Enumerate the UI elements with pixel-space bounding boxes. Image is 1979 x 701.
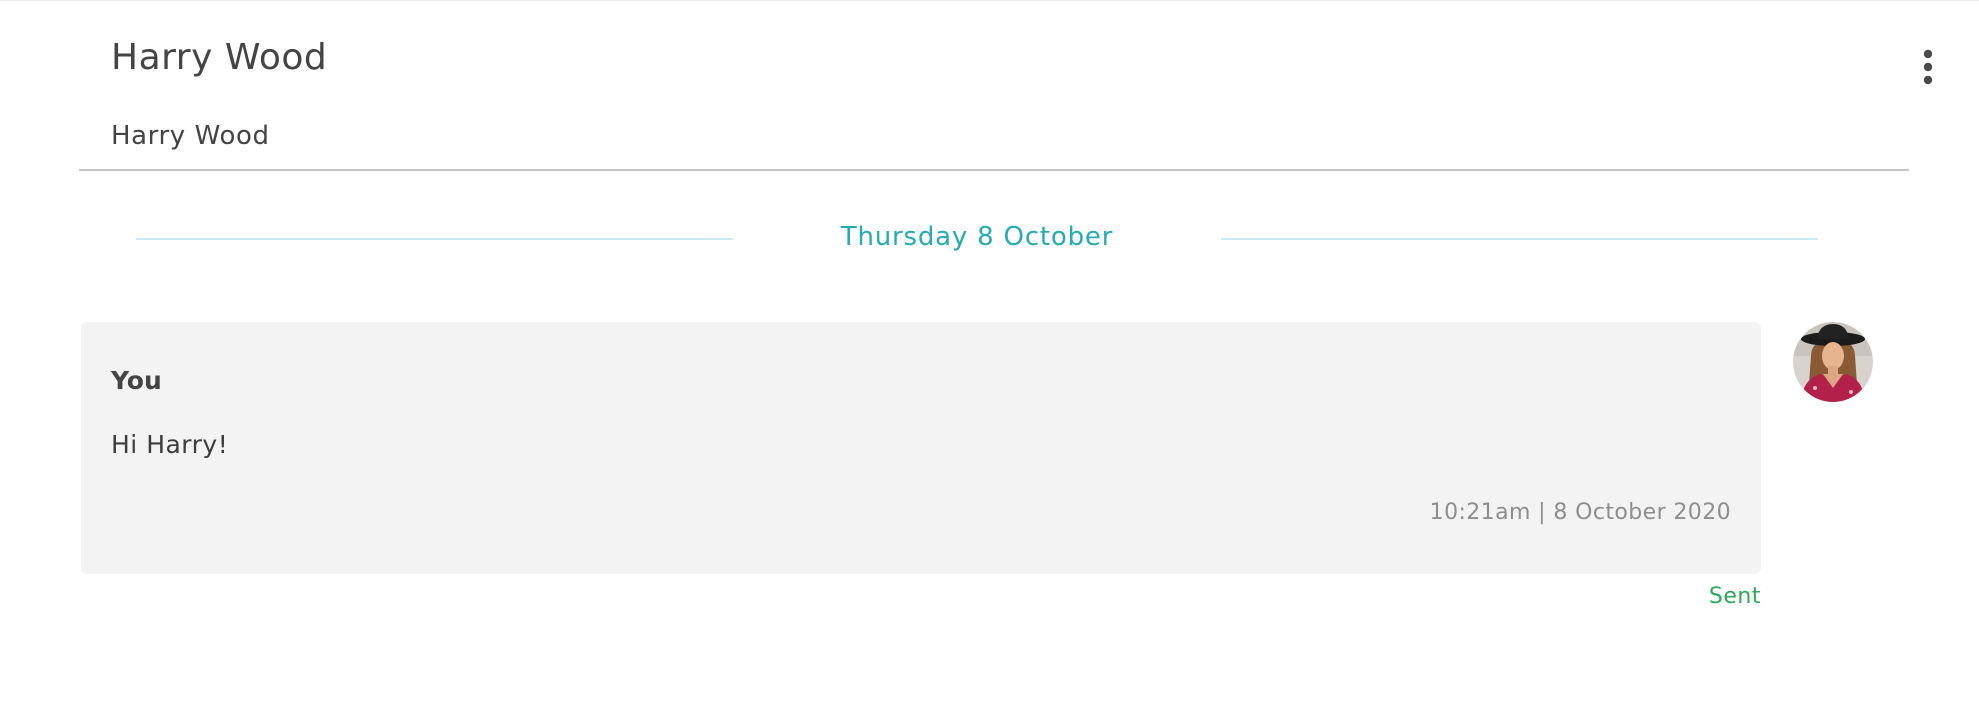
avatar <box>1793 322 1873 402</box>
conversation-page: Harry Wood Harry Wood Thursday 8 October… <box>0 0 1979 701</box>
conversation-title: Harry Wood <box>111 37 328 78</box>
date-divider-line-left <box>136 238 733 240</box>
more-options-button[interactable] <box>1918 48 1938 88</box>
conversation-header: Harry Wood Harry Wood <box>79 0 1933 171</box>
user-avatar-image <box>1793 322 1873 402</box>
message-sender: You <box>111 366 162 395</box>
more-vertical-icon <box>1923 49 1933 85</box>
message-bubble: You Hi Harry! 10:21am | 8 October 2020 <box>81 322 1761 574</box>
conversation-subtitle: Harry Wood <box>111 121 270 151</box>
message-status: Sent <box>1708 584 1761 609</box>
message-text: Hi Harry! <box>111 430 229 459</box>
date-divider-line-right <box>1221 238 1818 240</box>
date-divider: Thursday 8 October <box>0 218 1979 258</box>
date-divider-label: Thursday 8 October <box>840 222 1114 252</box>
message-timestamp: 10:21am | 8 October 2020 <box>1429 500 1731 525</box>
